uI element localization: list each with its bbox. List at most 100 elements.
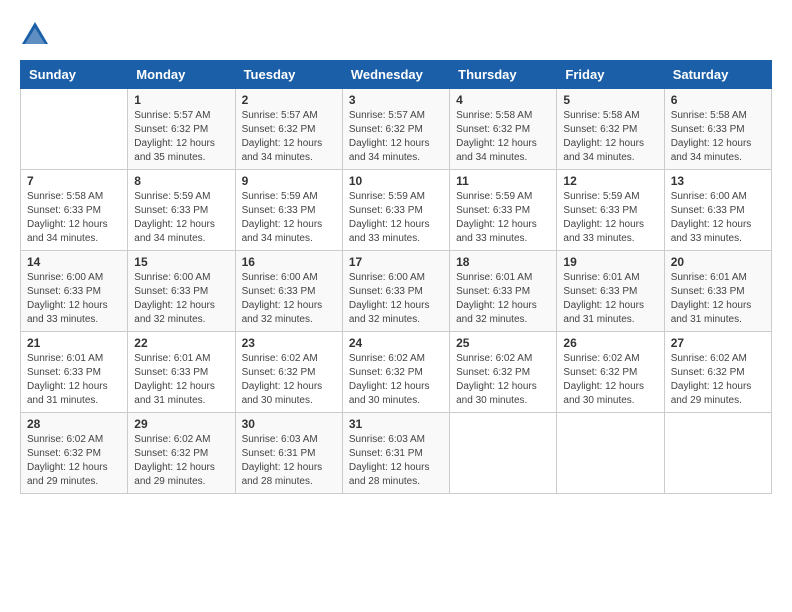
cell-daylight-info: Sunrise: 6:01 AMSunset: 6:33 PMDaylight:… bbox=[27, 352, 121, 408]
calendar-table: SundayMondayTuesdayWednesdayThursdayFrid… bbox=[20, 60, 772, 494]
calendar-cell: 28Sunrise: 6:02 AMSunset: 6:32 PMDayligh… bbox=[21, 413, 128, 494]
cell-daylight-info: Sunrise: 6:01 AMSunset: 6:33 PMDaylight:… bbox=[456, 271, 550, 327]
week-row-4: 21 Sunrise: 6:01 AMSunset: 6:33 PMDayligh… bbox=[21, 332, 772, 413]
day-number: 15 bbox=[134, 255, 228, 269]
day-number: 23 bbox=[242, 336, 336, 350]
cell-daylight-info: Sunrise: 5:57 AMSunset: 6:32 PMDaylight:… bbox=[242, 109, 336, 165]
day-number: 27 bbox=[671, 336, 765, 350]
cell-daylight-info: Sunrise: 6:03 AMSunset: 6:31 PMDaylight:… bbox=[349, 433, 443, 489]
day-number: 13 bbox=[671, 174, 765, 188]
day-number: 10 bbox=[349, 174, 443, 188]
week-row-1: 1 Sunrise: 5:57 AMSunset: 6:32 PMDaylight… bbox=[21, 89, 772, 170]
day-header-monday: Monday bbox=[128, 61, 235, 89]
day-header-thursday: Thursday bbox=[450, 61, 557, 89]
cell-daylight-info: Sunrise: 6:01 AMSunset: 6:33 PMDaylight:… bbox=[671, 271, 765, 327]
calendar-cell bbox=[557, 413, 664, 494]
day-number: 26 bbox=[563, 336, 657, 350]
day-number: 12 bbox=[563, 174, 657, 188]
day-number: 19 bbox=[563, 255, 657, 269]
calendar-cell: 24Sunrise: 6:02 AMSunset: 6:32 PMDayligh… bbox=[342, 332, 449, 413]
day-number: 9 bbox=[242, 174, 336, 188]
calendar-cell: 1Sunrise: 5:57 AMSunset: 6:32 PMDaylight… bbox=[128, 89, 235, 170]
cell-daylight-info: Sunrise: 5:59 AMSunset: 6:33 PMDaylight:… bbox=[563, 190, 657, 246]
calendar-cell: 21 Sunrise: 6:01 AMSunset: 6:33 PMDayligh… bbox=[21, 332, 128, 413]
cell-daylight-info: Sunrise: 6:00 AMSunset: 6:33 PMDaylight:… bbox=[349, 271, 443, 327]
day-number: 29 bbox=[134, 417, 228, 431]
logo bbox=[20, 20, 54, 50]
calendar-cell: 27 Sunrise: 6:02 AMSunset: 6:32 PMDayligh… bbox=[664, 332, 771, 413]
cell-daylight-info: Sunrise: 5:57 AMSunset: 6:32 PMDaylight:… bbox=[349, 109, 443, 165]
cell-daylight-info: Sunrise: 6:02 AMSunset: 6:32 PMDaylight:… bbox=[563, 352, 657, 408]
calendar-cell: 29 Sunrise: 6:02 AMSunset: 6:32 PMDayligh… bbox=[128, 413, 235, 494]
day-header-tuesday: Tuesday bbox=[235, 61, 342, 89]
cell-daylight-info: Sunrise: 6:00 AMSunset: 6:33 PMDaylight:… bbox=[242, 271, 336, 327]
cell-daylight-info: Sunrise: 5:58 AMSunset: 6:32 PMDaylight:… bbox=[456, 109, 550, 165]
cell-daylight-info: Sunrise: 6:03 AMSunset: 6:31 PMDaylight:… bbox=[242, 433, 336, 489]
week-row-5: 28 Sunrise: 6:02 AMSunset: 6:32 PMDayligh… bbox=[21, 413, 772, 494]
cell-daylight-info: Sunrise: 6:00 AMSunset: 6:33 PMDaylight:… bbox=[27, 271, 121, 327]
day-number: 22 bbox=[134, 336, 228, 350]
calendar-cell: 7Sunrise: 5:58 AMSunset: 6:33 PMDaylight… bbox=[21, 170, 128, 251]
cell-daylight-info: Sunrise: 6:02 AMSunset: 6:32 PMDaylight:… bbox=[456, 352, 550, 408]
logo-icon bbox=[20, 20, 50, 50]
day-number: 3 bbox=[349, 93, 443, 107]
calendar-cell: 6 Sunrise: 5:58 AMSunset: 6:33 PMDaylight… bbox=[664, 89, 771, 170]
cell-daylight-info: Sunrise: 5:59 AMSunset: 6:33 PMDaylight:… bbox=[349, 190, 443, 246]
day-number: 21 bbox=[27, 336, 121, 350]
day-number: 17 bbox=[349, 255, 443, 269]
calendar-cell: 22 Sunrise: 6:01 AMSunset: 6:33 PMDayligh… bbox=[128, 332, 235, 413]
day-number: 8 bbox=[134, 174, 228, 188]
cell-daylight-info: Sunrise: 6:02 AMSunset: 6:32 PMDaylight:… bbox=[671, 352, 765, 408]
day-number: 28 bbox=[27, 417, 121, 431]
day-number: 2 bbox=[242, 93, 336, 107]
calendar-cell: 10 Sunrise: 5:59 AMSunset: 6:33 PMDayligh… bbox=[342, 170, 449, 251]
calendar-cell: 26 Sunrise: 6:02 AMSunset: 6:32 PMDayligh… bbox=[557, 332, 664, 413]
cell-daylight-info: Sunrise: 6:02 AMSunset: 6:32 PMDaylight:… bbox=[349, 352, 443, 408]
day-header-wednesday: Wednesday bbox=[342, 61, 449, 89]
day-number: 31 bbox=[349, 417, 443, 431]
cell-daylight-info: Sunrise: 5:58 AMSunset: 6:33 PMDaylight:… bbox=[671, 109, 765, 165]
calendar-cell: 2 Sunrise: 5:57 AMSunset: 6:32 PMDaylight… bbox=[235, 89, 342, 170]
calendar-header: SundayMondayTuesdayWednesdayThursdayFrid… bbox=[21, 61, 772, 89]
day-number: 18 bbox=[456, 255, 550, 269]
day-number: 11 bbox=[456, 174, 550, 188]
cell-daylight-info: Sunrise: 5:58 AMSunset: 6:32 PMDaylight:… bbox=[563, 109, 657, 165]
calendar-cell: 31 Sunrise: 6:03 AMSunset: 6:31 PMDayligh… bbox=[342, 413, 449, 494]
day-number: 6 bbox=[671, 93, 765, 107]
cell-daylight-info: Sunrise: 6:01 AMSunset: 6:33 PMDaylight:… bbox=[563, 271, 657, 327]
calendar-cell: 9 Sunrise: 5:59 AMSunset: 6:33 PMDaylight… bbox=[235, 170, 342, 251]
calendar-cell: 8 Sunrise: 5:59 AMSunset: 6:33 PMDaylight… bbox=[128, 170, 235, 251]
day-header-friday: Friday bbox=[557, 61, 664, 89]
day-number: 16 bbox=[242, 255, 336, 269]
calendar-cell: 14 Sunrise: 6:00 AMSunset: 6:33 PMDayligh… bbox=[21, 251, 128, 332]
day-number: 30 bbox=[242, 417, 336, 431]
calendar-cell bbox=[450, 413, 557, 494]
day-number: 1 bbox=[134, 93, 228, 107]
calendar-cell: 30 Sunrise: 6:03 AMSunset: 6:31 PMDayligh… bbox=[235, 413, 342, 494]
day-number: 5 bbox=[563, 93, 657, 107]
calendar-cell bbox=[664, 413, 771, 494]
calendar-cell: 4 Sunrise: 5:58 AMSunset: 6:32 PMDaylight… bbox=[450, 89, 557, 170]
day-header-saturday: Saturday bbox=[664, 61, 771, 89]
cell-daylight-info: Sunrise: 6:01 AMSunset: 6:33 PMDaylight:… bbox=[134, 352, 228, 408]
calendar-cell: 23 Sunrise: 6:02 AMSunset: 6:32 PMDayligh… bbox=[235, 332, 342, 413]
calendar-cell: 3 Sunrise: 5:57 AMSunset: 6:32 PMDaylight… bbox=[342, 89, 449, 170]
day-number: 7 bbox=[27, 174, 121, 188]
calendar-cell: 18 Sunrise: 6:01 AMSunset: 6:33 PMDayligh… bbox=[450, 251, 557, 332]
cell-daylight-info: Sunrise: 5:59 AMSunset: 6:33 PMDaylight:… bbox=[134, 190, 228, 246]
calendar-cell: 15Sunrise: 6:00 AMSunset: 6:33 PMDayligh… bbox=[128, 251, 235, 332]
cell-daylight-info: Sunrise: 6:02 AMSunset: 6:32 PMDaylight:… bbox=[134, 433, 228, 489]
cell-daylight-info: Sunrise: 6:02 AMSunset: 6:32 PMDaylight:… bbox=[242, 352, 336, 408]
week-row-2: 7Sunrise: 5:58 AMSunset: 6:33 PMDaylight… bbox=[21, 170, 772, 251]
day-headers-row: SundayMondayTuesdayWednesdayThursdayFrid… bbox=[21, 61, 772, 89]
calendar-cell: 17 Sunrise: 6:00 AMSunset: 6:33 PMDayligh… bbox=[342, 251, 449, 332]
calendar-cell: 13 Sunrise: 6:00 AMSunset: 6:33 PMDayligh… bbox=[664, 170, 771, 251]
cell-daylight-info: Sunrise: 6:00 AMSunset: 6:33 PMDaylight:… bbox=[671, 190, 765, 246]
calendar-cell: 25 Sunrise: 6:02 AMSunset: 6:32 PMDayligh… bbox=[450, 332, 557, 413]
cell-daylight-info: Sunrise: 5:59 AMSunset: 6:33 PMDaylight:… bbox=[242, 190, 336, 246]
day-number: 25 bbox=[456, 336, 550, 350]
day-number: 14 bbox=[27, 255, 121, 269]
cell-daylight-info: Sunrise: 5:59 AMSunset: 6:33 PMDaylight:… bbox=[456, 190, 550, 246]
calendar-cell bbox=[21, 89, 128, 170]
day-number: 4 bbox=[456, 93, 550, 107]
